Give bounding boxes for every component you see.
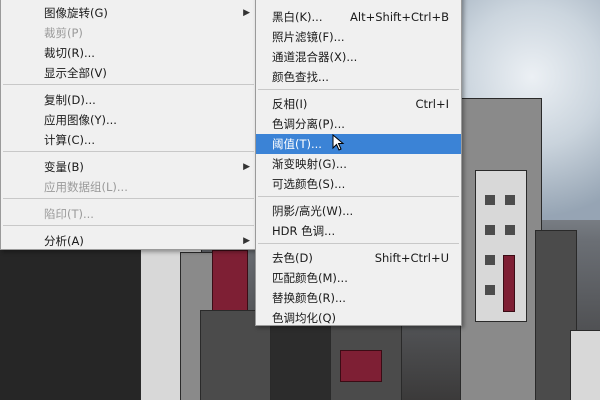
menu-item-threshold[interactable]: 阈值(T)... — [256, 134, 461, 154]
menu-item-label: 图像旋转(G) — [44, 6, 108, 20]
building — [475, 170, 527, 322]
menu-item-desaturate[interactable]: 去色(D) Shift+Ctrl+U — [256, 248, 461, 268]
menu-shortcut: Shift+Ctrl+U — [374, 251, 449, 265]
image-menu: 图像旋转(G) ▶ 裁剪(P) 裁切(R)... 显示全部(V) 复制(D)..… — [0, 0, 257, 250]
menu-separator — [3, 84, 254, 85]
menu-item-label: 阴影/高光(W)... — [272, 204, 354, 218]
menu-item-crop[interactable]: 裁剪(P) — [1, 23, 256, 43]
menu-item-label: 应用数据组(L)... — [44, 180, 128, 194]
window — [485, 285, 495, 295]
shop-sign — [340, 350, 382, 382]
workspace: 图像旋转(G) ▶ 裁剪(P) 裁切(R)... 显示全部(V) 复制(D)..… — [0, 0, 600, 400]
adjustments-submenu: 黑白(K)... Alt+Shift+Ctrl+B 照片滤镜(F)... 通道混… — [255, 0, 462, 326]
menu-item-shadows-highlights[interactable]: 阴影/高光(W)... — [256, 201, 461, 221]
menu-item-label: 照片滤镜(F)... — [272, 30, 345, 44]
menu-item-label: 可选颜色(S)... — [272, 177, 346, 191]
menu-shortcut: Ctrl+I — [415, 97, 450, 111]
menu-item-calculations[interactable]: 计算(C)... — [1, 130, 256, 150]
menu-item-label: 反相(I) — [272, 97, 308, 111]
menu-item-label: 计算(C)... — [44, 133, 95, 147]
window — [505, 225, 515, 235]
menu-item-trap[interactable]: 陷印(T)... — [1, 204, 256, 224]
menu-item-label: 变量(B) — [44, 160, 84, 174]
window — [485, 255, 495, 265]
menu-item-hdr-toning[interactable]: HDR 色调... — [256, 221, 461, 241]
menu-item-posterize[interactable]: 色调分离(P)... — [256, 114, 461, 134]
building — [570, 330, 600, 400]
menu-item-apply-image[interactable]: 应用图像(Y)... — [1, 110, 256, 130]
menu-item-label: 显示全部(V) — [44, 66, 107, 80]
menu-item-match-color[interactable]: 匹配颜色(M)... — [256, 268, 461, 288]
shop-sign — [212, 250, 248, 312]
menu-item-label: 渐变映射(G)... — [272, 157, 347, 171]
menu-separator — [3, 225, 254, 226]
menu-item-black-white[interactable]: 黑白(K)... Alt+Shift+Ctrl+B — [256, 7, 461, 27]
menu-item-channel-mixer[interactable]: 通道混合器(X)... — [256, 47, 461, 67]
menu-item-label: 色调分离(P)... — [272, 117, 345, 131]
menu-item-label: 应用图像(Y)... — [44, 113, 117, 127]
menu-item-label: HDR 色调... — [272, 224, 336, 238]
shop-sign — [503, 255, 515, 312]
menu-item-invert[interactable]: 反相(I) Ctrl+I — [256, 94, 461, 114]
submenu-arrow-icon: ▶ — [243, 162, 250, 172]
menu-item-label: 通道混合器(X)... — [272, 50, 358, 64]
menu-item-selective-color[interactable]: 可选颜色(S)... — [256, 174, 461, 194]
mouse-cursor-icon — [332, 134, 345, 151]
menu-item-image-rotation[interactable]: 图像旋转(G) ▶ — [1, 3, 256, 23]
menu-item-label: 裁剪(P) — [44, 26, 83, 40]
menu-item-duplicate[interactable]: 复制(D)... — [1, 90, 256, 110]
menu-item-label: 匹配颜色(M)... — [272, 271, 348, 285]
menu-item-label: 色调均化(Q) — [272, 311, 337, 325]
window — [505, 195, 515, 205]
menu-item-replace-color[interactable]: 替换颜色(R)... — [256, 288, 461, 308]
menu-separator — [3, 151, 254, 152]
menu-item-label: 黑白(K)... — [272, 10, 323, 24]
menu-separator — [258, 243, 459, 244]
menu-item-equalize[interactable]: 色调均化(Q) — [256, 308, 461, 328]
menu-item-analysis[interactable]: 分析(A) ▶ — [1, 231, 256, 251]
submenu-arrow-icon: ▶ — [243, 8, 250, 18]
menu-item-photo-filter[interactable]: 照片滤镜(F)... — [256, 27, 461, 47]
menu-item-apply-data-set[interactable]: 应用数据组(L)... — [1, 177, 256, 197]
menu-item-trim[interactable]: 裁切(R)... — [1, 43, 256, 63]
menu-item-label: 替换颜色(R)... — [272, 291, 346, 305]
menu-item-label: 裁切(R)... — [44, 46, 95, 60]
window — [485, 225, 495, 235]
menu-item-variables[interactable]: 变量(B) ▶ — [1, 157, 256, 177]
menu-item-color-lookup[interactable]: 颜色查找... — [256, 67, 461, 87]
menu-item-label: 去色(D) — [272, 251, 313, 265]
menu-item-label: 复制(D)... — [44, 93, 96, 107]
menu-separator — [258, 196, 459, 197]
menu-separator — [258, 89, 459, 90]
menu-item-label: 阈值(T)... — [272, 137, 322, 151]
menu-item-label: 陷印(T)... — [44, 207, 94, 221]
menu-item-label: 颜色查找... — [272, 70, 329, 84]
menu-shortcut: Alt+Shift+Ctrl+B — [350, 10, 449, 24]
menu-item-reveal-all[interactable]: 显示全部(V) — [1, 63, 256, 83]
menu-separator — [3, 198, 254, 199]
menu-item-label: 分析(A) — [44, 234, 84, 248]
menu-item-gradient-map[interactable]: 渐变映射(G)... — [256, 154, 461, 174]
submenu-arrow-icon: ▶ — [243, 236, 250, 246]
window — [485, 195, 495, 205]
